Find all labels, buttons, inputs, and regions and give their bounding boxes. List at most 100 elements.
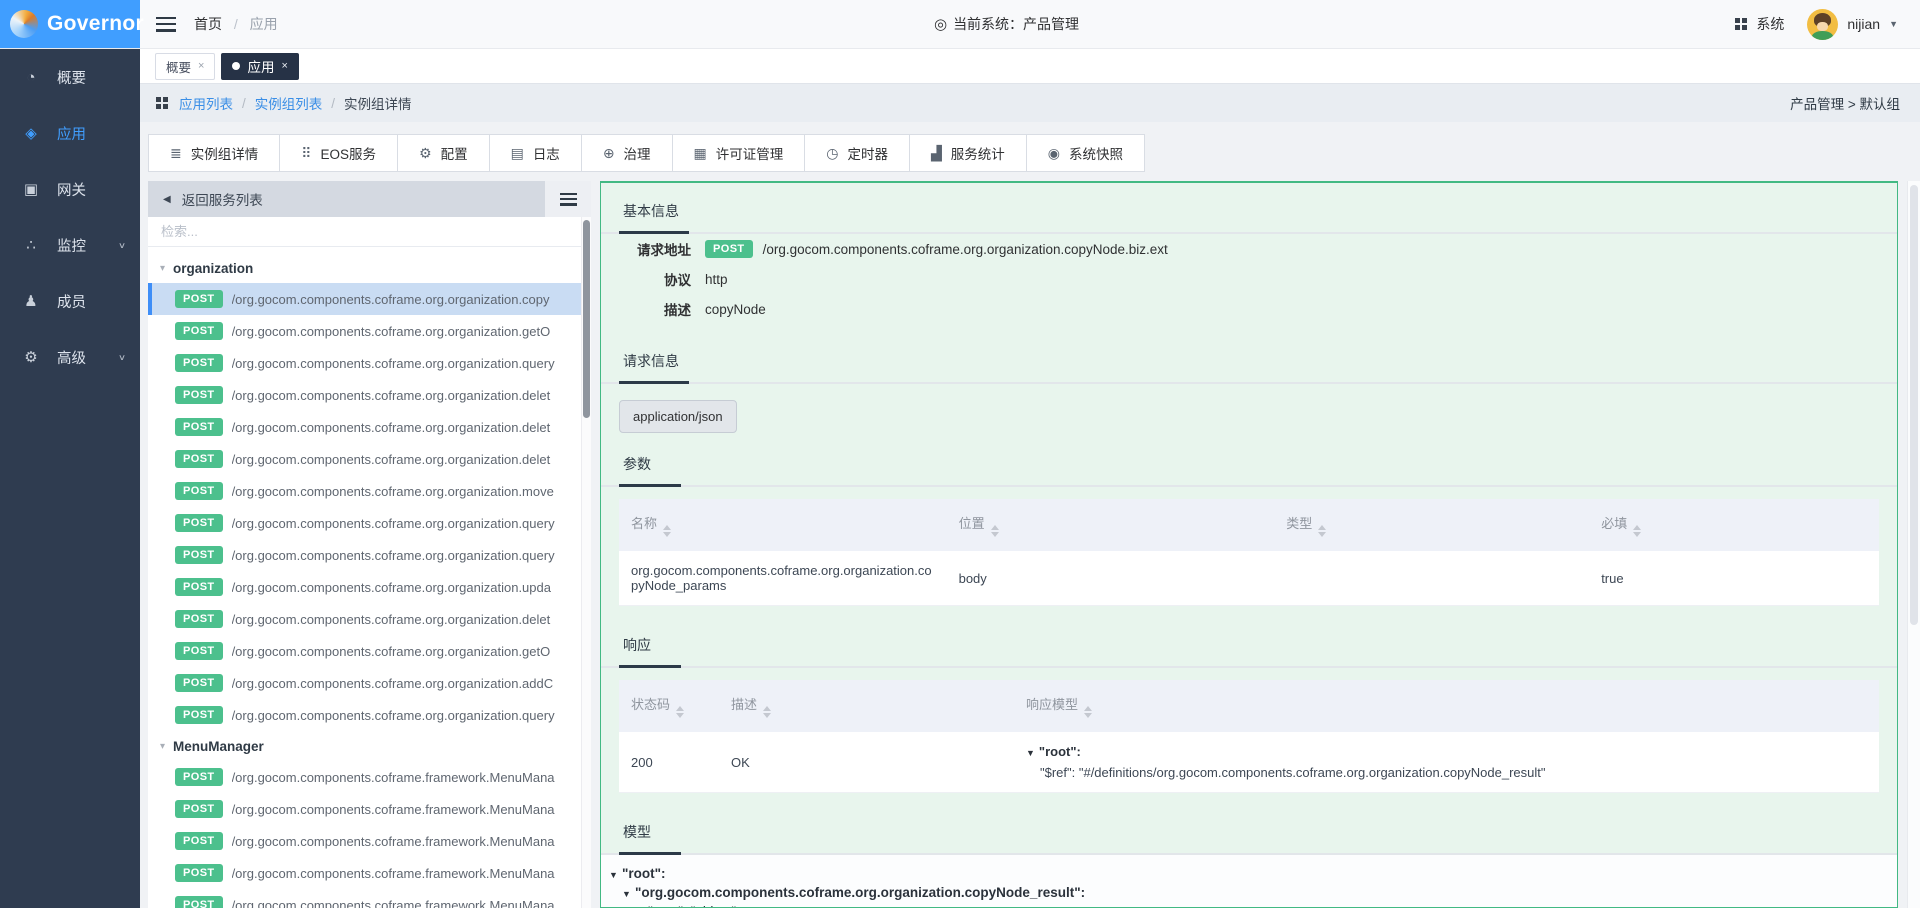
sort-caret-icon[interactable] (763, 706, 771, 718)
column-header-位置[interactable]: 位置 (947, 499, 1275, 551)
sidebar-item-overview[interactable]: ◔概要 (0, 49, 140, 105)
page-scrollbar[interactable] (1907, 181, 1920, 908)
tab-basic-info[interactable]: 基本信息 (619, 192, 689, 234)
close-icon[interactable]: × (281, 60, 287, 72)
system-menu[interactable]: 系统 (1756, 14, 1784, 34)
sort-caret-icon[interactable] (1084, 706, 1092, 718)
sort-caret-icon[interactable] (663, 525, 671, 537)
sort-caret-icon[interactable] (1318, 525, 1326, 537)
view-tab-overview[interactable]: 概要 × (155, 53, 215, 80)
param-location-cell: body (947, 551, 1275, 606)
post-method-badge: POST (175, 418, 223, 436)
sort-caret-icon[interactable] (1633, 525, 1641, 537)
tab-model[interactable]: 模型 (619, 813, 681, 855)
service-tree-item[interactable]: POST/org.gocom.components.coframe.framew… (148, 889, 591, 908)
service-tree-item[interactable]: POST/org.gocom.components.coframe.org.or… (148, 667, 591, 699)
tab-params[interactable]: 参数 (619, 445, 681, 487)
username[interactable]: nijian (1847, 16, 1880, 32)
toolbar-tab-logs[interactable]: ▤日志 (490, 134, 582, 172)
context-path-label: 产品管理 > 默认组 (1790, 93, 1900, 113)
user-menu-caret-icon[interactable]: ▼ (1889, 19, 1898, 29)
service-tree-item[interactable]: POST/org.gocom.components.coframe.org.or… (148, 699, 591, 731)
column-header-必填[interactable]: 必填 (1589, 499, 1879, 551)
service-tree-item[interactable]: POST/org.gocom.components.coframe.framew… (148, 793, 591, 825)
service-tree-item[interactable]: POST/org.gocom.components.coframe.org.or… (148, 443, 591, 475)
tree-scrollbar-thumb[interactable] (583, 220, 590, 418)
tree-scrollbar[interactable] (581, 217, 591, 908)
tree-expander-icon[interactable]: ▼ (609, 867, 622, 884)
breadcrumb-item[interactable]: 实例组列表 (255, 93, 323, 113)
column-header-状态码[interactable]: 状态码 (619, 680, 719, 732)
toolbar-tab-eos-services[interactable]: ⠿EOS服务 (280, 134, 398, 172)
tree-search-input[interactable] (148, 217, 591, 247)
sidebar-toggle-hamburger-icon[interactable] (156, 17, 176, 32)
close-icon[interactable]: × (198, 60, 204, 72)
service-tree-item[interactable]: POST/org.gocom.components.coframe.org.or… (148, 507, 591, 539)
sidebar-item-gateway[interactable]: ▣网关 (0, 161, 140, 217)
sort-desc-icon (763, 713, 771, 718)
service-tree-panel: ◀ 返回服务列表 ▾organizationPOST/org.gocom.com… (148, 181, 591, 908)
tab-response[interactable]: 响应 (619, 626, 681, 668)
collapse-triangle-icon[interactable]: ▾ (160, 263, 165, 274)
service-tree-item[interactable]: POST/org.gocom.components.coframe.org.or… (148, 347, 591, 379)
service-tree-item[interactable]: POST/org.gocom.components.coframe.org.or… (148, 635, 591, 667)
tree-expander-icon[interactable]: ▼ (622, 886, 635, 903)
toolbar-tab-label: EOS服务 (321, 143, 377, 163)
toolbar-tab-instance-group-detail[interactable]: ≣实例组详情 (148, 134, 280, 172)
sidebar-item-apps[interactable]: ◈应用 (0, 105, 140, 161)
collapse-triangle-icon[interactable]: ▾ (160, 741, 165, 752)
service-tree-item[interactable]: POST/org.gocom.components.coframe.framew… (148, 857, 591, 889)
main-area: 概要×应用× 应用列表/实例组列表/实例组详情 产品管理 > 默认组 ≣实例组详… (140, 49, 1920, 908)
tab-request-info[interactable]: 请求信息 (619, 342, 689, 384)
sidebar-item-label: 概要 (57, 67, 86, 88)
topbar: Governor 首页 / 应用 ◎当前系统：产品管理 系统 nijian ▼ (0, 0, 1920, 49)
sort-asc-icon (991, 525, 999, 530)
toolbar-tab-service-stats[interactable]: ▟服务统计 (910, 134, 1027, 172)
content-type-button[interactable]: application/json (619, 400, 737, 433)
service-tree-item[interactable]: POST/org.gocom.components.coframe.framew… (148, 761, 591, 793)
tree-group-organization[interactable]: ▾organization (148, 253, 591, 283)
service-tree-item[interactable]: POST/org.gocom.components.coframe.org.or… (148, 475, 591, 507)
sort-asc-icon (676, 706, 684, 711)
toolbar-tab-timer[interactable]: ◷定时器 (805, 134, 910, 172)
param-type-cell (1274, 551, 1589, 606)
toolbar-tab-license-management[interactable]: ▦许可证管理 (673, 134, 806, 172)
sort-caret-icon[interactable] (991, 525, 999, 537)
toolbar-tab-config[interactable]: ⚙配置 (398, 134, 490, 172)
back-to-service-list-button[interactable]: ◀ 返回服务列表 (148, 181, 545, 217)
system-grid-icon[interactable] (1735, 18, 1747, 30)
toolbar-tab-label: 日志 (533, 143, 560, 163)
sidebar-item-advanced[interactable]: ⚙高级∨ (0, 329, 140, 385)
view-tab-label: 概要 (166, 57, 191, 76)
model-expander-icon[interactable]: ▼ (1026, 748, 1035, 758)
toolbar-tab-system-snapshot[interactable]: ◉系统快照 (1027, 134, 1145, 172)
column-header-描述[interactable]: 描述 (719, 680, 1014, 732)
column-header-名称[interactable]: 名称 (619, 499, 947, 551)
breadcrumb-item[interactable]: 应用列表 (179, 93, 233, 113)
sidebar-item-monitor[interactable]: ∴监控∨ (0, 217, 140, 273)
service-tree-item[interactable]: POST/org.gocom.components.coframe.org.or… (148, 571, 591, 603)
gateway-icon: ▣ (22, 180, 40, 198)
topbar-right: 系统 nijian ▼ (1735, 9, 1898, 40)
service-tree-item[interactable]: POST/org.gocom.components.coframe.org.or… (148, 539, 591, 571)
tree-group-MenuManager[interactable]: ▾MenuManager (148, 731, 591, 761)
service-path-label: /org.gocom.components.coframe.org.organi… (232, 580, 573, 595)
service-tree-item[interactable]: POST/org.gocom.components.coframe.org.or… (148, 379, 591, 411)
toolbar-tab-governance[interactable]: ⊕治理 (582, 134, 673, 172)
view-tab-apps[interactable]: 应用× (221, 53, 298, 80)
sort-caret-icon[interactable] (676, 706, 684, 718)
sidebar-item-label: 应用 (57, 123, 86, 144)
page-scrollbar-thumb[interactable] (1910, 185, 1918, 625)
service-tree-item[interactable]: POST/org.gocom.components.coframe.framew… (148, 825, 591, 857)
service-tree-item[interactable]: POST/org.gocom.components.coframe.org.or… (148, 283, 591, 315)
service-tree-item[interactable]: POST/org.gocom.components.coframe.org.or… (148, 315, 591, 347)
tree-collapse-button[interactable] (545, 181, 591, 217)
service-tree-item[interactable]: POST/org.gocom.components.coframe.org.or… (148, 411, 591, 443)
sidebar-item-members[interactable]: ♟成员 (0, 273, 140, 329)
breadcrumb-home[interactable]: 首页 (194, 16, 222, 32)
column-header-响应模型[interactable]: 响应模型 (1014, 680, 1879, 732)
column-header-类型[interactable]: 类型 (1274, 499, 1589, 551)
column-header-label: 必填 (1601, 516, 1627, 531)
avatar[interactable] (1807, 9, 1838, 40)
service-tree-item[interactable]: POST/org.gocom.components.coframe.org.or… (148, 603, 591, 635)
